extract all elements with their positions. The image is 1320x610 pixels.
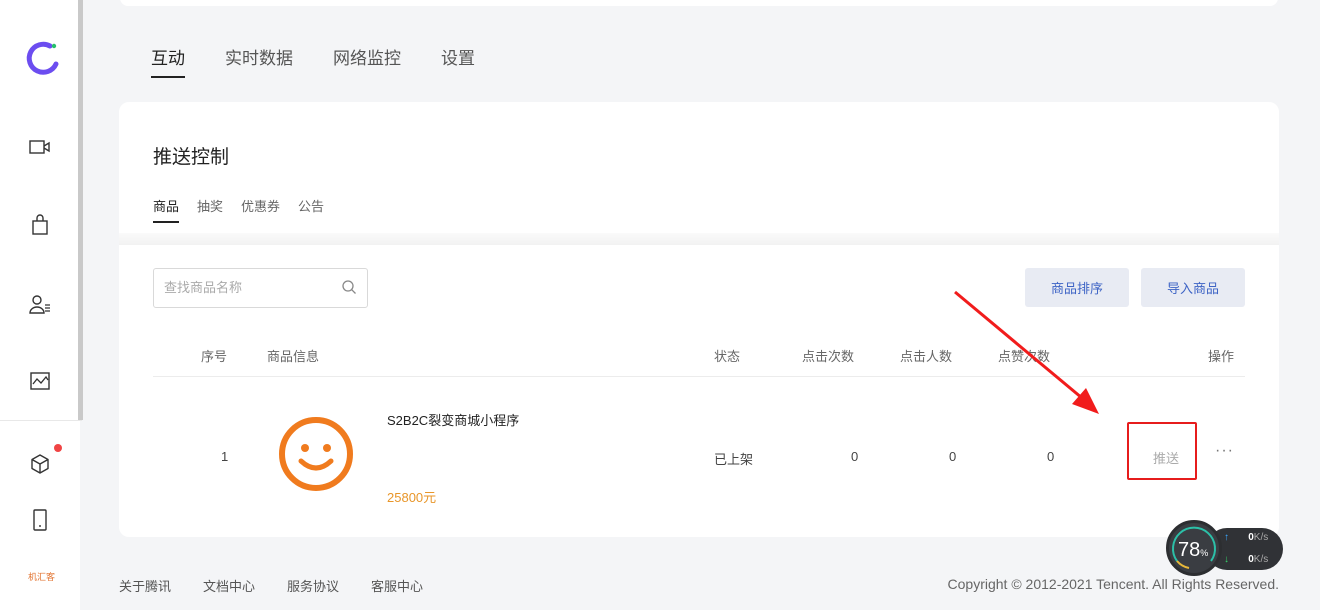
header-index: 序号 <box>201 349 228 364</box>
video-icon[interactable] <box>26 133 54 161</box>
cube-icon[interactable] <box>26 450 54 478</box>
tab-network-monitor[interactable]: 网络监控 <box>333 46 401 80</box>
product-name[interactable]: S2B2C裂变商城小程序 <box>387 410 519 429</box>
row-index: 1 <box>221 449 229 464</box>
header-likes: 点赞次数 <box>998 349 1051 364</box>
user-list-icon[interactable] <box>26 290 54 318</box>
footer-link-support[interactable]: 客服中心 <box>371 576 423 595</box>
sort-products-button[interactable]: 商品排序 <box>1025 268 1129 307</box>
subtab-lottery[interactable]: 抽奖 <box>197 196 223 224</box>
download-speed: ↓ 0K/s <box>1224 554 1269 565</box>
tab-settings[interactable]: 设置 <box>441 46 475 80</box>
search-icon[interactable] <box>341 279 357 295</box>
notification-dot <box>54 444 62 452</box>
subtab-products[interactable]: 商品 <box>153 196 180 224</box>
section-band <box>119 233 1279 245</box>
smiley-product-image <box>279 417 353 491</box>
more-actions-button[interactable]: ··· <box>1215 442 1234 460</box>
card-title: 推送控制 <box>153 147 230 168</box>
search-input[interactable] <box>164 280 334 295</box>
header-product-info: 商品信息 <box>267 349 320 364</box>
sidebar: 机汇客 <box>0 0 82 610</box>
import-products-button[interactable]: 导入商品 <box>1141 268 1245 307</box>
gauge-value: 78% <box>1178 539 1209 561</box>
tab-interaction[interactable]: 互动 <box>151 46 185 80</box>
footer-link-terms[interactable]: 服务协议 <box>287 576 339 595</box>
search-box <box>153 268 368 308</box>
header-actions: 操作 <box>1208 349 1235 364</box>
sub-tabs: 商品 抽奖 优惠券 公告 <box>153 196 342 224</box>
footer-link-about[interactable]: 关于腾讯 <box>119 576 171 595</box>
tab-realtime-data[interactable]: 实时数据 <box>225 46 293 80</box>
row-clickers: 0 <box>949 449 957 464</box>
top-card-edge <box>120 0 1278 6</box>
push-control-card: 推送控制 商品 抽奖 优惠券 公告 商品排序 导入商品 序号 商品信息 状态 点… <box>119 102 1279 537</box>
main-tabs: 互动 实时数据 网络监控 设置 <box>151 46 515 80</box>
subtab-announcement[interactable]: 公告 <box>298 196 324 224</box>
subtab-coupons[interactable]: 优惠券 <box>241 196 280 224</box>
upload-arrow-icon: ↑ <box>1224 532 1229 543</box>
product-price: 25800元 <box>387 490 437 505</box>
chart-icon[interactable] <box>26 367 54 395</box>
footer-link-docs[interactable]: 文档中心 <box>203 576 255 595</box>
copyright: Copyright © 2012-2021 Tencent. All Right… <box>947 576 1279 592</box>
phone-icon[interactable] <box>26 506 54 534</box>
bottom-logo: 机汇客 <box>28 572 56 582</box>
row-status: 已上架 <box>714 452 754 467</box>
header-clickers: 点击人数 <box>900 349 953 364</box>
sidebar-divider <box>0 420 82 421</box>
header-status: 状态 <box>714 349 741 364</box>
table-header-divider <box>153 376 1245 377</box>
network-speed-widget[interactable]: 78% ↑ 0K/s ↓ 0K/s <box>1166 520 1284 576</box>
push-button[interactable]: 推送 <box>1153 448 1179 467</box>
row-clicks: 0 <box>851 449 859 464</box>
row-likes: 0 <box>1047 449 1055 464</box>
footer-links: 关于腾讯 文档中心 服务协议 客服中心 <box>119 576 455 595</box>
upload-speed: ↑ 0K/s <box>1224 532 1269 543</box>
cpu-gauge: 78% <box>1166 520 1222 576</box>
download-arrow-icon: ↓ <box>1224 554 1229 565</box>
sidebar-scrollbar[interactable] <box>78 0 83 420</box>
brand-logo-icon[interactable] <box>22 38 62 78</box>
header-clicks: 点击次数 <box>802 349 855 364</box>
bag-icon[interactable] <box>26 211 54 239</box>
